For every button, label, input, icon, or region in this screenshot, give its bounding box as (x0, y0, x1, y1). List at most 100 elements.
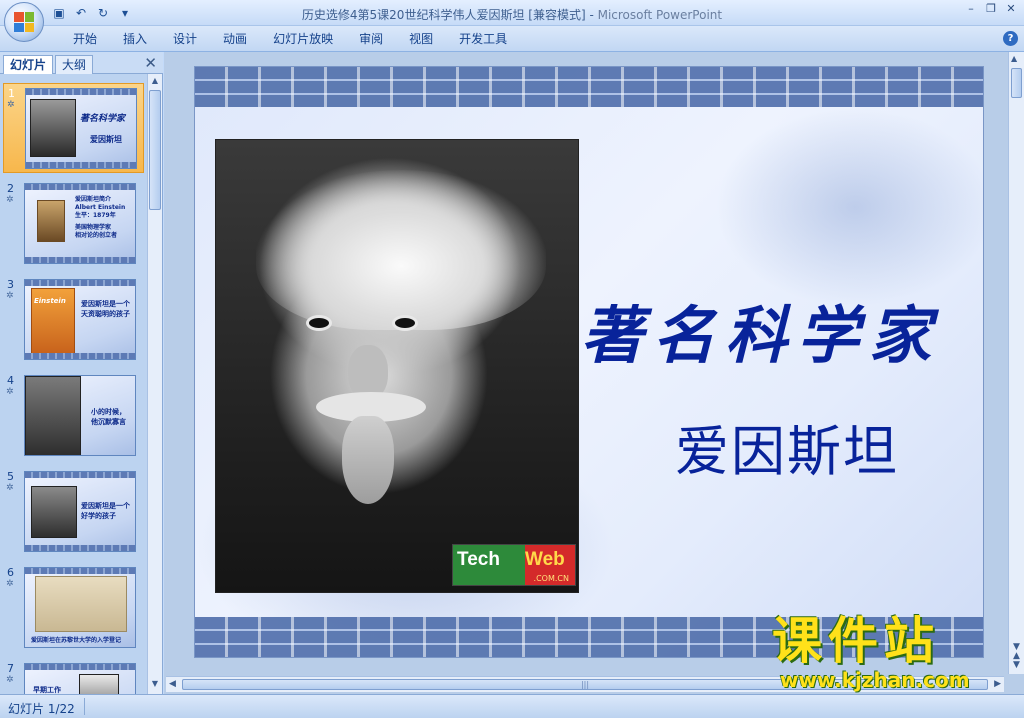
scroll-thumb[interactable] (149, 90, 161, 210)
thumb-line: 爱因斯坦 (90, 135, 122, 144)
slide-nav-buttons[interactable]: ▼ ▲ ▼ (1011, 643, 1022, 670)
scroll-up-icon[interactable]: ▲ (1011, 54, 1017, 63)
thumb-line: 爱因斯坦是一个 (81, 300, 130, 308)
slide-subtitle[interactable]: 爱因斯坦 (675, 407, 899, 486)
thumbnail-preview: Einstein 爱因斯坦是一个 天资聪明的孩子 (24, 279, 136, 360)
photo-tongue (342, 416, 394, 504)
techweb-logo-sub: .COM.CN (533, 574, 569, 583)
thumbnail-preview: 爱因斯坦是一个 好学的孩子 (24, 471, 136, 552)
thumb-line: 美国物理学家 (75, 224, 112, 231)
decorative-shading (715, 107, 983, 307)
thumb-band (25, 568, 135, 574)
scroll-up-icon[interactable]: ▲ (149, 76, 161, 89)
thumb-line: Albert Einstein (75, 204, 126, 211)
slide-thumbnail-5[interactable]: 5 ✲ 爱因斯坦是一个 好学的孩子 (3, 467, 144, 557)
slide-horizontal-scrollbar[interactable]: ◀ ||| ▶ (166, 676, 1004, 692)
scroll-right-icon[interactable]: ▶ (994, 679, 1001, 689)
scroll-left-icon[interactable]: ◀ (169, 679, 176, 689)
thumb-photo (37, 200, 65, 242)
slide-title[interactable]: 著名科学家 (581, 285, 941, 375)
thumbnail-scrollbar[interactable]: ▲ ▼ (147, 74, 162, 694)
thumbnail-preview: 爱因斯坦简介 Albert Einstein 生平：1879年 美国物理学家 相… (24, 183, 136, 264)
brick-border-bottom (195, 617, 983, 657)
thumb-line: 早期工作 (33, 686, 61, 694)
close-pane-icon[interactable]: ✕ (144, 55, 157, 71)
slides-pane: 幻灯片 大纲 ✕ 1 ✲ 著名科学家 爱因斯坦 2 ✲ 爱因斯坦简介 Alber… (0, 52, 163, 694)
slide-vertical-scrollbar[interactable]: ▲ ▼ ▲ ▼ (1008, 52, 1024, 674)
help-icon[interactable]: ? (1003, 31, 1018, 46)
thumb-line: 生平：1879年 (75, 212, 116, 219)
brick-border-top (195, 67, 983, 107)
slide-thumbnail-1[interactable]: 1 ✲ 著名科学家 爱因斯坦 (3, 83, 144, 173)
thumb-book-title: Einstein (34, 297, 66, 305)
thumb-line: 天资聪明的孩子 (81, 310, 130, 318)
thumb-photo (31, 486, 77, 538)
techweb-logo: Tech Web .COM.CN (452, 544, 576, 586)
thumb-line: 他沉默寡言 (91, 418, 126, 426)
thumb-book: Einstein (31, 288, 75, 354)
title-bar: ▣ ↶ ↻ ▾ 历史选修4第5课20世纪科学伟人爱因斯坦 [兼容模式] - Mi… (0, 0, 1024, 42)
slide-thumbnail-list: 1 ✲ 著名科学家 爱因斯坦 2 ✲ 爱因斯坦简介 Albert Einstei… (0, 74, 147, 694)
thumb-photo (25, 376, 81, 455)
thumb-band (25, 664, 135, 670)
tab-home[interactable]: 开始 (60, 31, 110, 47)
thumb-band (25, 472, 135, 478)
tab-slideshow[interactable]: 幻灯片放映 (260, 31, 346, 47)
title-separator: - (585, 8, 598, 22)
ribbon-tabs-bar: 开始 插入 设计 动画 幻灯片放映 审阅 视图 开发工具 ? (0, 26, 1024, 52)
tab-slides[interactable]: 幻灯片 (3, 55, 54, 74)
tab-review[interactable]: 审阅 (346, 31, 396, 47)
thumbnail-preview: 著名科学家 爱因斯坦 (25, 88, 137, 169)
tab-animations[interactable]: 动画 (210, 31, 260, 47)
scroll-down-icon[interactable]: ▼ (149, 679, 161, 692)
slide-thumbnail-3[interactable]: 3 ✲ Einstein 爱因斯坦是一个 天资聪明的孩子 (3, 275, 144, 365)
restore-icon[interactable]: ❐ (984, 2, 998, 16)
status-bar: 幻灯片 1/22 (0, 694, 1024, 718)
slide-thumbnail-7[interactable]: 7 ✲ 早期工作 (3, 659, 144, 694)
thumb-band (25, 280, 135, 286)
slide-number: 3 (7, 278, 14, 291)
thumbnail-preview: 爱因斯坦在苏黎世大学的入学登记 (24, 567, 136, 648)
thumb-line: 爱因斯坦在苏黎世大学的入学登记 (31, 637, 122, 644)
tab-design[interactable]: 设计 (160, 31, 210, 47)
thumb-band (26, 89, 136, 95)
transition-star-icon: ✲ (6, 579, 14, 589)
thumbnail-preview: 小的时候， 他沉默寡言 (24, 375, 136, 456)
scroll-thumb[interactable] (1011, 68, 1022, 98)
thumb-line: 爱因斯坦是一个 (81, 502, 130, 510)
thumb-band (26, 162, 136, 168)
slide-thumbnail-2[interactable]: 2 ✲ 爱因斯坦简介 Albert Einstein 生平：1879年 美国物理… (3, 179, 144, 269)
thumb-photo (30, 99, 76, 157)
thumb-band (25, 184, 135, 190)
slide-number: 4 (7, 374, 14, 387)
thumb-line: 相对论的创立者 (75, 232, 118, 239)
current-slide[interactable]: Tech Web .COM.CN 著名科学家 爱因斯坦 (194, 66, 984, 658)
thumb-line: 小的时候， (91, 408, 126, 416)
pane-tabs: 幻灯片 大纲 ✕ (0, 52, 163, 74)
tab-developer[interactable]: 开发工具 (446, 31, 520, 47)
scroll-thumb[interactable]: ||| (182, 679, 988, 690)
ribbon-tabs: 开始 插入 设计 动画 幻灯片放映 审阅 视图 开发工具 (60, 31, 520, 47)
thumb-line: 爱因斯坦简介 (75, 196, 112, 203)
slide-number: 5 (7, 470, 14, 483)
window-controls: – ❐ ✕ (964, 2, 1018, 16)
transition-star-icon: ✲ (7, 100, 15, 110)
slide-thumbnail-4[interactable]: 4 ✲ 小的时候， 他沉默寡言 (3, 371, 144, 461)
slide-thumbnail-6[interactable]: 6 ✲ 爱因斯坦在苏黎世大学的入学登记 (3, 563, 144, 653)
close-icon[interactable]: ✕ (1004, 2, 1018, 16)
slide-editing-area: Tech Web .COM.CN 著名科学家 爱因斯坦 ▲ ▼ ▲ ▼ ◀ ||| … (164, 52, 1024, 694)
tab-insert[interactable]: 插入 (110, 31, 160, 47)
office-button[interactable] (4, 2, 44, 42)
thumb-photo (79, 674, 119, 694)
minimize-icon[interactable]: – (964, 2, 978, 16)
einstein-photo[interactable]: Tech Web .COM.CN (215, 139, 579, 593)
office-logo-icon (14, 12, 34, 32)
transition-star-icon: ✲ (6, 483, 14, 493)
document-title: 历史选修4第5课20世纪科学伟人爱因斯坦 [兼容模式] (301, 8, 586, 22)
status-divider (84, 698, 85, 715)
slide-number: 1 (8, 87, 15, 100)
app-name: Microsoft PowerPoint (597, 8, 723, 22)
tab-outline[interactable]: 大纲 (55, 55, 94, 74)
transition-star-icon: ✲ (6, 387, 14, 397)
tab-view[interactable]: 视图 (396, 31, 446, 47)
